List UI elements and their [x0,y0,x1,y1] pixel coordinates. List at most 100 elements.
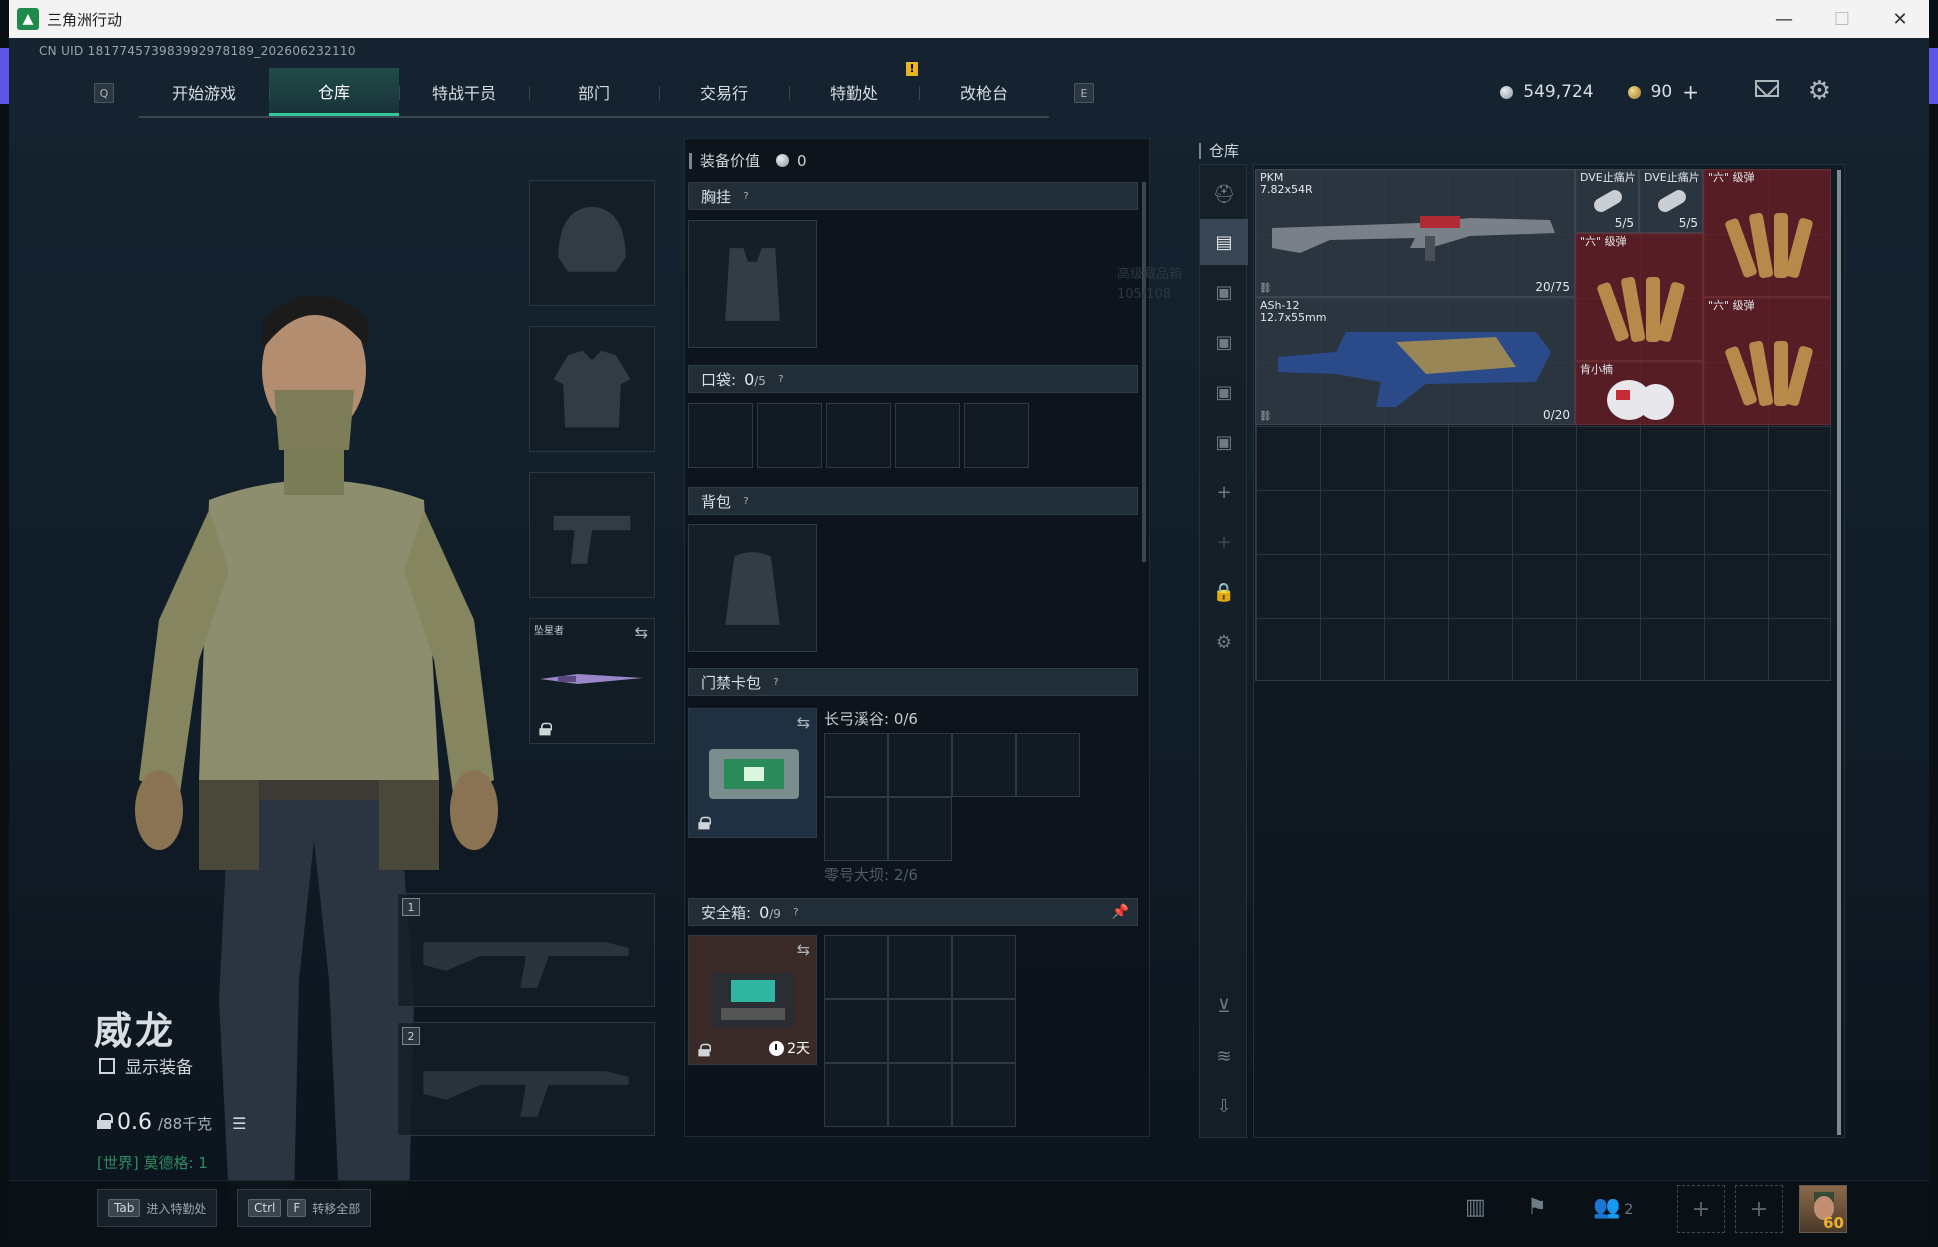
keycard-slot[interactable] [888,733,952,797]
warehouse-tab-main-icon[interactable]: ▤ [1200,219,1248,265]
layers-icon[interactable]: ≋ [1200,1033,1248,1079]
item-ash12[interactable]: ASh-12 12.7x55mm ⛓ 0/20 [1255,297,1575,425]
pin-icon[interactable]: 📌 [1112,904,1129,920]
mail-icon[interactable] [1755,80,1779,97]
warehouse-tab-helmet-icon[interactable]: ⛑ [1200,171,1248,217]
next-tab-key-hint[interactable]: E [1074,83,1094,103]
backpack-slot[interactable] [688,524,817,652]
keycard-case-icon [709,749,799,799]
keycard-case-slot[interactable]: ⇆ [688,708,817,838]
friends-icon[interactable]: 👥 2 [1593,1195,1633,1220]
safebox-label: 安全箱: [701,903,752,922]
keycard-slot[interactable] [1016,733,1080,797]
help-icon[interactable]: ? [789,905,803,919]
tab-gunsmith[interactable]: 改枪台 [919,68,1049,116]
swap-icon[interactable]: ⇆ [797,940,810,959]
party-slot-add[interactable]: + [1735,1185,1783,1233]
safebox-cell[interactable] [824,999,888,1063]
tab-department[interactable]: 部门 [529,68,659,116]
swap-icon[interactable]: ⇆ [797,713,810,732]
help-icon[interactable]: ? [739,189,753,203]
pistol-ghost-icon [553,515,631,564]
keycard-slot[interactable] [888,797,952,861]
chest-rig-slot[interactable] [688,220,817,348]
maximize-button[interactable]: ☐ [1813,0,1871,38]
add-currency-button[interactable]: + [1682,80,1699,104]
item-painkiller[interactable]: DVE止痛片 5/5 [1575,169,1639,233]
player-avatar[interactable]: 60 [1799,1185,1847,1233]
loadout-scrollbar[interactable] [1142,182,1146,562]
silver-coin-icon [1500,85,1514,99]
warehouse-tab-4-icon[interactable]: ▣ [1200,369,1248,415]
pocket-slot[interactable] [688,403,753,468]
item-painkiller[interactable]: DVE止痛片 5/5 [1639,169,1703,233]
help-icon[interactable]: ? [739,494,753,508]
tab-operators[interactable]: 特战干员 [399,68,529,116]
armor-slot[interactable] [529,326,655,452]
settings-gear-icon[interactable]: ⚙ [1808,76,1831,106]
safebox-timer-text: 2天 [787,1041,810,1057]
safebox-slot[interactable]: ⇆ 2天 [688,935,817,1065]
close-button[interactable]: ✕ [1871,0,1929,38]
enter-special-ops-hint[interactable]: Tab 进入特勤处 [97,1189,218,1227]
tab-trading[interactable]: 交易行 [659,68,789,116]
item-ammo-tier6[interactable]: "六" 级弹 [1703,297,1831,425]
warehouse-settings-icon[interactable]: ⚙ [1200,619,1248,665]
chest-rig-header: 胸挂 ? [688,182,1138,210]
safebox-cell[interactable] [888,999,952,1063]
primary-weapon-slot-2[interactable]: 2 [397,1022,655,1136]
pocket-slot[interactable] [895,403,960,468]
flag-icon[interactable]: ⚑ [1527,1195,1547,1220]
player-uid: CN UID 181774573983992978189_20260623211… [39,44,356,58]
primary-weapon-slot-1[interactable]: 1 [397,893,655,1007]
safebox-cell[interactable] [888,935,952,999]
lock-icon[interactable]: 🔒 [1200,569,1248,615]
pocket-slot[interactable] [826,403,891,468]
tab-special-ops[interactable]: 特勤处 [789,62,919,116]
helmet-slot[interactable] [529,180,655,306]
tab-start-game[interactable]: 开始游戏 [139,68,269,116]
item-ammo-tier6[interactable]: "六" 级弹 [1703,169,1831,297]
safebox-cell[interactable] [952,1063,1016,1127]
item-figure[interactable]: 肯小楠 [1575,361,1703,425]
world-chat-line[interactable]: [世界] 莫德格: 1 [97,1152,208,1173]
ctrl-key: Ctrl [248,1199,282,1217]
add-warehouse-icon[interactable]: + [1200,469,1248,515]
show-equipment-toggle[interactable]: 显示装备 [99,1053,193,1078]
safebox-cell[interactable] [888,1063,952,1127]
help-icon[interactable]: ? [774,372,788,386]
pocket-slot[interactable] [964,403,1029,468]
help-icon[interactable]: ? [769,675,783,689]
item-pkm[interactable]: PKM 7.82x54R ⛓ 20/75 [1255,169,1575,297]
warehouse-tab-5-icon[interactable]: ▣ [1200,419,1248,465]
sort-icon[interactable]: ⊻ [1200,983,1248,1029]
minimize-button[interactable]: — [1755,0,1813,38]
keycard-slot[interactable] [824,797,888,861]
stats-chart-icon[interactable]: ▥ [1465,1195,1486,1220]
pocket-slot[interactable] [757,403,822,468]
safebox-cell[interactable] [952,999,1016,1063]
weight-list-icon[interactable]: ☰ [232,1114,246,1133]
avatar-level: 60 [1823,1214,1844,1232]
swap-icon[interactable]: ⇆ [635,623,648,642]
warehouse-tab-2-icon[interactable]: ▣ [1200,269,1248,315]
pockets-header: 口袋: 0/5 ? [688,365,1138,393]
safebox-lock-icon [698,1043,712,1057]
item-ammo-tier6[interactable]: "六" 级弹 [1575,233,1703,361]
safebox-cell[interactable] [824,1063,888,1127]
transfer-all-hint[interactable]: Ctrl F 转移全部 [237,1189,372,1227]
keycard-slot[interactable] [824,733,888,797]
warehouse-tab-3-icon[interactable]: ▣ [1200,319,1248,365]
tab-warehouse[interactable]: 仓库 [269,68,399,116]
safebox-cell[interactable] [952,935,1016,999]
show-equipment-checkbox[interactable] [99,1057,115,1074]
warehouse-scrollbar[interactable] [1837,170,1841,1135]
item-ammo: 0/20 [1543,408,1570,422]
keycard-slot[interactable] [952,733,1016,797]
party-slot-add[interactable]: + [1677,1185,1725,1233]
pistol-slot[interactable] [529,472,655,598]
prev-tab-key-hint[interactable]: Q [94,83,114,103]
melee-slot[interactable]: 坠星者 ⇆ [529,618,655,744]
safebox-cell[interactable] [824,935,888,999]
transfer-icon[interactable]: ⇩ [1200,1083,1248,1129]
